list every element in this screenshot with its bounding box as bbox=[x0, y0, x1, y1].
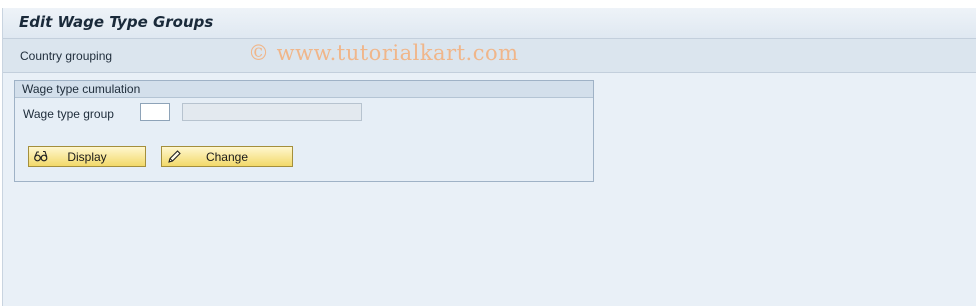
application-toolbar: Country grouping © www.tutorialkart.com bbox=[3, 39, 976, 73]
main-window: Edit Wage Type Groups Country grouping ©… bbox=[2, 8, 976, 306]
page-title: Edit Wage Type Groups bbox=[19, 13, 214, 31]
country-grouping-button[interactable]: Country grouping bbox=[20, 49, 112, 63]
change-button-label: Change bbox=[205, 150, 249, 164]
display-button-label: Display bbox=[67, 150, 107, 164]
wage-type-group-input[interactable] bbox=[140, 103, 170, 121]
title-bar: Edit Wage Type Groups bbox=[3, 8, 976, 39]
wage-type-group-label: Wage type group bbox=[23, 107, 114, 121]
groupbox-title: Wage type cumulation bbox=[22, 82, 141, 96]
display-button[interactable]: Display bbox=[28, 146, 146, 167]
groupbox-header: Wage type cumulation bbox=[15, 81, 593, 98]
wage-type-group-description-field bbox=[182, 103, 362, 121]
watermark: © www.tutorialkart.com bbox=[248, 41, 519, 65]
change-button[interactable]: Change bbox=[161, 146, 293, 167]
wage-type-cumulation-groupbox: Wage type cumulation Wage type group Dis… bbox=[14, 80, 594, 182]
